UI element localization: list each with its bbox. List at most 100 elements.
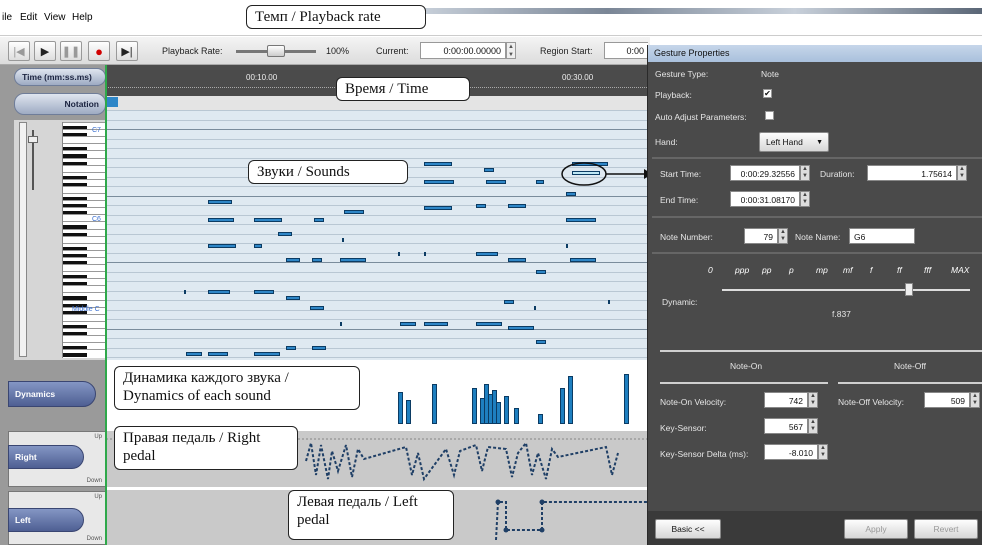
note-block[interactable] [186,352,202,356]
white-key[interactable] [63,278,107,280]
note-block[interactable] [424,180,454,184]
white-key[interactable] [63,235,107,237]
note-block[interactable] [398,252,400,256]
note-block[interactable] [286,346,296,350]
white-key[interactable] [63,327,107,329]
note-block[interactable] [504,300,514,304]
revert-button[interactable]: Revert [914,519,978,539]
key-sensor-delta-spinner[interactable]: ▲ ▼ [818,444,828,460]
note-block[interactable] [254,352,280,356]
white-key[interactable] [63,285,107,287]
auto-adjust-checkbox[interactable] [765,111,774,120]
menu-edit[interactable]: Edit [20,12,37,23]
note-block[interactable] [278,232,292,236]
record-button[interactable]: ● [88,41,110,61]
skip-forward-button[interactable]: ▶| [116,41,138,61]
note-block[interactable] [566,218,596,222]
dynamic-bar[interactable] [432,384,437,424]
white-key[interactable] [63,164,107,166]
piano-roll[interactable] [106,110,651,360]
white-key[interactable] [63,143,107,145]
white-key[interactable] [63,200,107,202]
note-block[interactable] [254,290,274,294]
note-block[interactable] [342,238,344,242]
white-key[interactable] [63,349,107,351]
dynamic-bar[interactable] [504,396,509,424]
dynamic-slider-thumb[interactable] [905,283,913,296]
apply-button[interactable]: Apply [844,519,908,539]
white-key[interactable] [63,271,107,273]
note-on-velocity-input[interactable]: 742 [764,392,808,408]
key-sensor-delta-input[interactable]: -8.010 [764,444,818,460]
note-block[interactable] [208,200,232,204]
pause-button[interactable]: ❚❚ [60,41,82,61]
duration-spinner[interactable]: ▲ ▼ [957,165,967,181]
white-key[interactable] [63,242,107,244]
note-block[interactable] [424,162,452,166]
menu-view[interactable]: View [44,12,66,23]
playback-checkbox[interactable]: ✔ [763,89,772,98]
white-key[interactable] [63,292,107,294]
white-key[interactable] [63,299,107,301]
note-block[interactable] [340,322,342,326]
white-key[interactable] [63,207,107,209]
black-key[interactable] [63,353,87,358]
dynamic-bar[interactable] [514,408,519,424]
piano-scrollbar[interactable] [19,122,27,357]
note-number-spinner[interactable]: ▲ ▼ [778,228,788,244]
white-key[interactable] [63,342,107,344]
note-block[interactable] [566,244,568,248]
hand-dropdown[interactable]: Left Hand ▼ [759,132,829,152]
note-block[interactable] [312,258,322,262]
white-key[interactable] [63,157,107,159]
note-block[interactable] [536,180,544,184]
dynamic-bar[interactable] [538,414,543,424]
note-block[interactable] [566,192,576,196]
start-time-spinner[interactable]: ▲ ▼ [800,165,810,181]
note-block[interactable] [570,258,596,262]
right-pedal-tab[interactable]: Right [8,445,84,469]
dynamic-bar[interactable] [560,388,565,424]
dynamic-slider[interactable] [722,283,970,296]
note-block[interactable] [208,244,236,248]
note-block[interactable] [536,340,546,344]
play-button[interactable]: ▶ [34,41,56,61]
note-block[interactable] [476,204,486,208]
dynamic-bar[interactable] [406,400,411,424]
white-key[interactable] [63,178,107,180]
note-block[interactable] [314,218,324,222]
note-block[interactable] [340,258,366,262]
white-key[interactable] [63,313,107,315]
dynamic-bar[interactable] [624,374,629,424]
note-block[interactable] [254,244,262,248]
dynamic-bar[interactable] [568,376,573,424]
white-key[interactable] [63,228,107,230]
note-number-input[interactable]: 79 [744,228,778,244]
key-sensor-spinner[interactable]: ▲ ▼ [808,418,818,434]
note-block[interactable] [508,326,534,330]
note-block[interactable] [310,306,324,310]
note-block[interactable] [286,258,300,262]
note-block[interactable] [508,204,526,208]
duration-input[interactable]: 1.75614 [867,165,957,181]
white-key[interactable] [63,122,107,123]
note-block[interactable] [286,296,300,300]
key-sensor-input[interactable]: 567 [764,418,808,434]
note-block[interactable] [312,346,326,350]
white-key[interactable] [63,320,107,322]
note-block[interactable] [400,322,416,326]
white-key[interactable] [63,171,107,173]
white-key[interactable] [63,335,107,336]
dynamic-bar[interactable] [472,388,477,424]
end-time-spinner[interactable]: ▲ ▼ [800,191,810,207]
note-block[interactable] [208,352,228,356]
note-block[interactable] [344,210,364,214]
white-key[interactable] [63,193,107,194]
note-block[interactable] [476,252,498,256]
note-off-velocity-spinner[interactable]: ▲ ▼ [970,392,980,408]
note-block[interactable] [254,218,282,222]
note-block[interactable] [484,168,494,172]
note-block[interactable] [534,306,536,310]
playback-rate-slider[interactable] [236,45,316,57]
zoom-slider-thumb[interactable] [28,136,38,143]
